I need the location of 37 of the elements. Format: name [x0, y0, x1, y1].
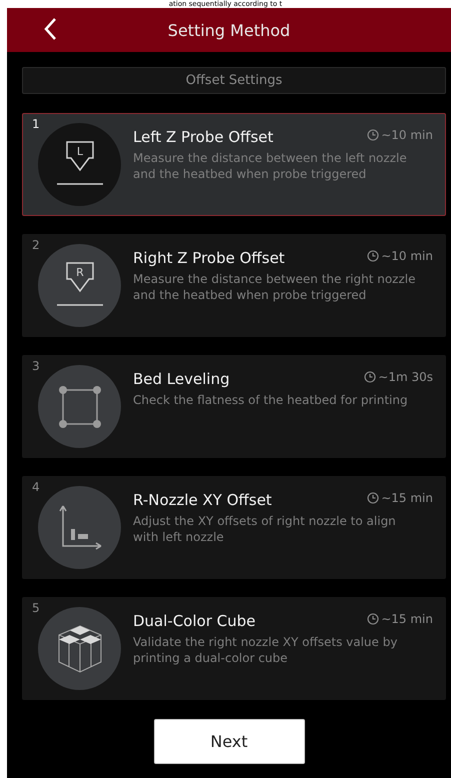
- screen-title: Setting Method: [168, 20, 290, 40]
- method-card[interactable]: 2 R Right Z Probe Offset ~10 min Measure the distance between the right nozzle and the heatbed when probe triggered: [22, 234, 446, 337]
- step-number: 3: [32, 359, 40, 373]
- cube-icon: [56, 624, 102, 674]
- method-title: Left Z Probe Offset: [133, 128, 274, 146]
- step-number: 1: [32, 117, 40, 131]
- method-card[interactable]: 1 L Left Z Probe Offset ~10 min Measure the distance between the left nozzle and the heatbed when probe triggered: [22, 113, 446, 216]
- method-description: Measure the distance between the left nozzle and the heatbed when probe triggered: [133, 150, 408, 182]
- method-title: Bed Leveling: [133, 370, 230, 388]
- duration-text: ~1m 30s: [378, 370, 433, 384]
- section-title: Offset Settings: [186, 73, 282, 88]
- back-icon: [43, 17, 57, 41]
- clock-icon: [364, 371, 376, 383]
- duration-text: ~10 min: [381, 249, 433, 263]
- clock-icon: [367, 129, 380, 141]
- method-title: R-Nozzle XY Offset: [133, 491, 272, 509]
- method-card[interactable]: 3 Bed Leveling ~1m 30s Check the flatness of the heatbed for printing: [22, 355, 446, 458]
- step-number: 4: [32, 480, 40, 494]
- step-number: 5: [32, 601, 40, 615]
- bed-leveling-icon: [58, 384, 102, 428]
- clock-icon: [367, 492, 380, 504]
- xy-axes-icon: [56, 504, 102, 552]
- next-button[interactable]: Next: [154, 719, 304, 764]
- method-description: Adjust the XY offsets of right nozzle to align with left nozzle: [133, 513, 397, 545]
- duration-text: ~15 min: [381, 612, 433, 626]
- method-title: Right Z Probe Offset: [133, 249, 285, 267]
- method-description: Validate the right nozzle XY offsets value by printing a dual-color cube: [133, 634, 398, 666]
- step-number: 2: [32, 238, 40, 252]
- method-description: Check the flatness of the heatbed for printing: [133, 392, 409, 408]
- duration-text: ~10 min: [381, 128, 433, 142]
- clock-icon: [367, 250, 380, 262]
- method-description: Measure the distance between the right nozzle and the heatbed when probe triggered: [133, 271, 416, 303]
- duration-text: ~15 min: [381, 491, 433, 505]
- method-title: Dual-Color Cube: [133, 612, 256, 630]
- clock-icon: [367, 613, 380, 625]
- method-card[interactable]: 4 R-Nozzle XY Offset ~15 min Adjust the XY offsets of right nozzle to align with left nozzle: [22, 476, 446, 579]
- method-card[interactable]: 5 Dual-Color Cube ~15 min Validate the right nozzle XY offsets value by printing a dual-color cube: [22, 597, 446, 700]
